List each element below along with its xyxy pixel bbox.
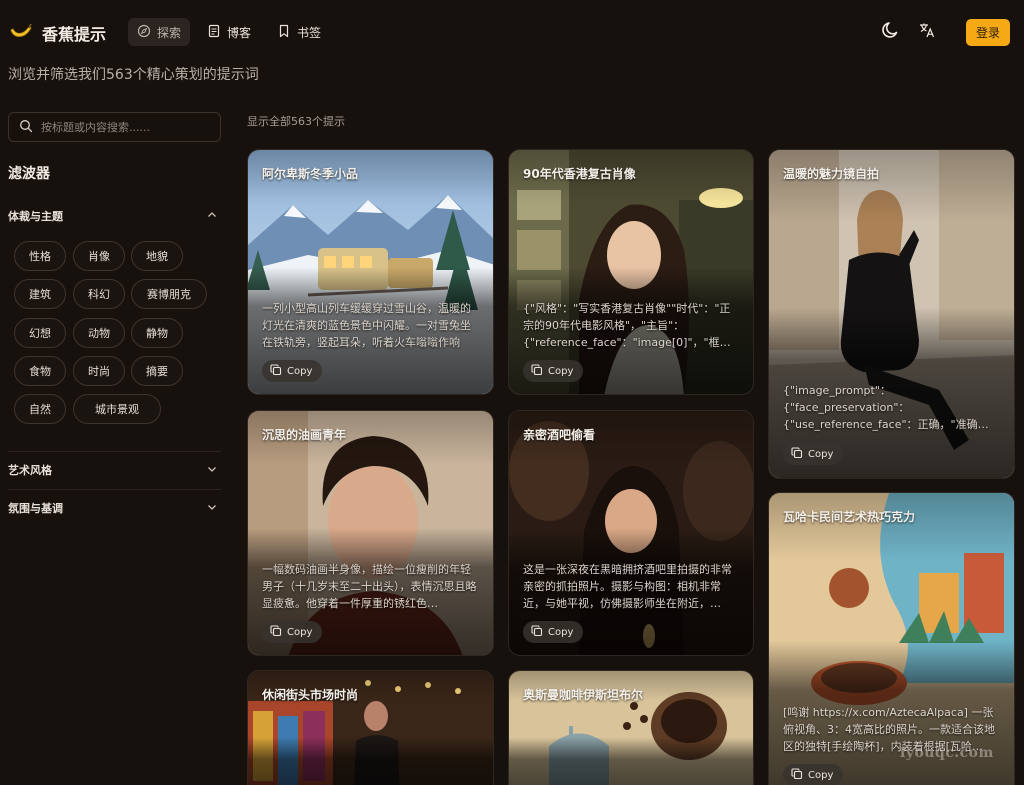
login-button[interactable]: 登录 [966, 19, 1010, 46]
card-overlay [248, 411, 493, 655]
card-overlay [248, 150, 493, 394]
top-bar: 香蕉提示 探索 博客 书签 登录 [0, 0, 1024, 64]
copy-icon [270, 624, 282, 640]
divider [8, 451, 221, 452]
nav-blog[interactable]: 博客 [198, 18, 260, 46]
copy-button[interactable]: Copy [262, 360, 323, 382]
card-overlay [509, 411, 753, 655]
tag-fantasy[interactable]: 幻想 [14, 318, 66, 348]
copy-icon [270, 363, 282, 379]
language-button[interactable] [916, 21, 938, 43]
card-description: 这是一张深夜在黑暗拥挤酒吧里拍摄的非常亲密的抓拍照片。摄影与构图：相机非常近，与… [523, 563, 732, 610]
search-input[interactable] [41, 120, 211, 134]
copy-label: Copy [287, 626, 313, 638]
tag-abstract[interactable]: 摘要 [131, 356, 183, 386]
chevron-up-icon [206, 209, 221, 224]
nav-blog-label: 博客 [227, 25, 252, 40]
prompt-card[interactable]: 亲密酒吧偷看 这是一张深夜在黑暗拥挤酒吧里拍摄的非常亲密的抓拍照片。摄影与构图：… [508, 410, 754, 656]
divider [8, 489, 221, 490]
search-icon [19, 118, 33, 137]
section-label: 体裁与主题 [8, 210, 63, 223]
copy-icon [531, 363, 543, 379]
chevron-down-icon [206, 463, 221, 478]
tag-portrait[interactable]: 肖像 [73, 241, 125, 271]
document-icon [207, 24, 221, 41]
copy-icon [531, 624, 543, 640]
compass-icon [137, 24, 151, 41]
section-label: 氛围与基调 [8, 502, 63, 515]
theme-toggle-button[interactable] [880, 21, 902, 43]
card-title: 90年代香港复古肖像 [523, 167, 636, 181]
tag-scifi[interactable]: 科幻 [73, 279, 125, 309]
result-count: 显示全部563个提示 [247, 115, 345, 128]
copy-label: Copy [808, 769, 834, 781]
chevron-down-icon [206, 501, 221, 516]
copy-button[interactable]: Copy [523, 621, 584, 643]
copy-label: Copy [548, 626, 574, 638]
search-box[interactable] [8, 112, 221, 142]
tag-cityscape[interactable]: 城市景观 [73, 394, 161, 424]
page-subtitle: 浏览并筛选我们563个精心策划的提示词 [8, 67, 259, 83]
prompt-card[interactable]: 温暖的魅力镜自拍 {"image_prompt"：{"face_preserva… [768, 149, 1015, 479]
copy-button[interactable]: Copy [783, 764, 844, 785]
card-description: 一幅数码油画半身像，描绘一位瘦削的年轻男子（十几岁末至二十出头），表情沉思且略显… [262, 563, 477, 610]
tag-fashion[interactable]: 时尚 [73, 356, 125, 386]
card-title: 瓦哈卡民间艺术热巧克力 [783, 510, 916, 524]
card-title: 休闲街头市场时尚 [262, 688, 359, 702]
copy-button[interactable]: Copy [262, 621, 323, 643]
card-title: 温暖的魅力镜自拍 [783, 167, 880, 181]
prompt-card[interactable]: 沉思的油画青年 一幅数码油画半身像，描绘一位瘦削的年轻男子（十几岁末至二十出头）… [247, 410, 494, 656]
tag-food[interactable]: 食物 [14, 356, 66, 386]
card-description: {"image_prompt"：{"face_preservation"：{"u… [783, 384, 989, 431]
copy-icon [791, 767, 803, 783]
prompt-card[interactable]: 瓦哈卡民间艺术热巧克力 [鸣谢 https://x.com/AztecaAlpa… [768, 492, 1015, 785]
card-title: 亲密酒吧偷看 [523, 428, 596, 442]
logo[interactable]: 香蕉提示 [8, 18, 106, 48]
main-nav: 探索 博客 书签 [128, 18, 330, 46]
prompt-card[interactable]: 90年代香港复古肖像 {"风格"："写实香港复古肖像""时代"："正宗的90年代… [508, 149, 754, 395]
section-art-style[interactable]: 艺术风格 [8, 459, 221, 481]
prompt-card[interactable]: 阿尔卑斯冬季小品 一列小型高山列车缓缓穿过雪山谷，温暖的灯光在清爽的蓝色景色中闪… [247, 149, 494, 395]
tag-animal[interactable]: 动物 [73, 318, 125, 348]
bookmark-icon [277, 24, 291, 41]
card-overlay [509, 150, 753, 394]
nav-bookmarks-label: 书签 [297, 25, 322, 40]
card-title: 奥斯曼咖啡伊斯坦布尔 [523, 688, 644, 702]
copy-label: Copy [287, 365, 313, 377]
tag-still-life[interactable]: 静物 [131, 318, 183, 348]
watermark: iyouqc.com [900, 745, 994, 761]
card-description: {"风格"："写实香港复古肖像""时代"："正宗的90年代电影风格"，"主旨"：… [523, 302, 731, 349]
nav-explore-label: 探索 [157, 25, 182, 40]
prompt-card[interactable]: 奥斯曼咖啡伊斯坦布尔 [508, 670, 754, 785]
logo-text: 香蕉提示 [42, 25, 107, 44]
tag-personality[interactable]: 性格 [14, 241, 66, 271]
section-mood-tone[interactable]: 氛围与基调 [8, 497, 221, 519]
copy-label: Copy [808, 448, 834, 460]
copy-label: Copy [548, 365, 574, 377]
tag-landform[interactable]: 地貌 [131, 241, 183, 271]
tag-cyberpunk[interactable]: 赛博朋克 [131, 279, 207, 309]
section-genre-theme[interactable]: 体裁与主题 [8, 205, 221, 227]
prompt-card[interactable]: 休闲街头市场时尚 [247, 670, 494, 785]
copy-button[interactable]: Copy [783, 443, 844, 465]
tag-architecture[interactable]: 建筑 [14, 279, 66, 309]
tag-nature[interactable]: 自然 [14, 394, 66, 424]
card-description: 一列小型高山列车缓缓穿过雪山谷，温暖的灯光在清爽的蓝色景色中闪耀。一对雪兔坐在铁… [262, 302, 471, 349]
banana-icon [8, 18, 34, 48]
nav-explore[interactable]: 探索 [128, 18, 191, 46]
card-title: 阿尔卑斯冬季小品 [262, 167, 359, 181]
section-label: 艺术风格 [8, 464, 52, 477]
copy-button[interactable]: Copy [523, 360, 584, 382]
translate-icon [918, 21, 936, 43]
card-title: 沉思的油画青年 [262, 428, 347, 442]
nav-bookmarks[interactable]: 书签 [268, 18, 330, 46]
copy-icon [791, 446, 803, 462]
moon-icon [881, 20, 901, 44]
filter-title: 滤波器 [8, 166, 50, 182]
